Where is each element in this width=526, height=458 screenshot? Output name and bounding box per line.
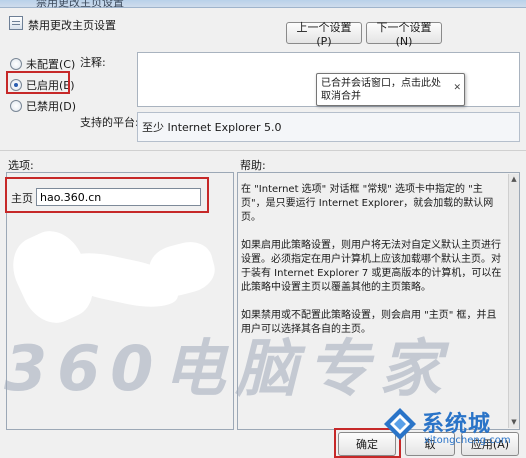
- help-section-label: 帮助:: [240, 159, 266, 172]
- highlight-box-enabled: [6, 71, 70, 94]
- comment-label: 注释:: [80, 56, 106, 69]
- next-setting-button[interactable]: 下一个设置(N): [366, 21, 442, 48]
- radio-circle[interactable]: [10, 100, 22, 112]
- platform-value: 至少 Internet Explorer 5.0: [142, 121, 282, 134]
- tooltip-text: 已合并会话窗口，点击此处取消合并: [321, 78, 441, 102]
- logo-text: 系统城: [422, 412, 492, 437]
- logo-diamond-icon: [384, 408, 416, 440]
- prev-setting-button[interactable]: 上一个设置(P): [286, 21, 362, 48]
- window-title: 禁用更改主页设置: [36, 0, 124, 9]
- policy-icon: [9, 16, 23, 30]
- help-paragraph: 如果启用此策略设置，则用户将无法对自定义默认主页进行设置。必须指定在用户计算机上…: [241, 240, 502, 293]
- radio-disabled[interactable]: 已禁用(D): [10, 98, 76, 114]
- help-scrollbar[interactable]: ▲ ▼: [508, 174, 519, 428]
- radio-circle[interactable]: [10, 58, 22, 70]
- platform-field: 至少 Internet Explorer 5.0: [137, 112, 520, 142]
- logo-url: xitongcheng.com: [424, 435, 511, 446]
- close-icon[interactable]: ✕: [453, 82, 461, 95]
- radio-not-configured[interactable]: 未配置(C): [10, 56, 75, 72]
- radio-label: 已禁用(D): [26, 100, 77, 113]
- highlight-box-homepage: [5, 177, 209, 213]
- page-title: 禁用更改主页设置: [28, 19, 116, 32]
- merge-tooltip[interactable]: 已合并会话窗口，点击此处取消合并 ✕: [316, 73, 465, 106]
- watermark-text: 360电脑专家: [4, 332, 452, 405]
- section-divider: [0, 150, 526, 151]
- platform-label: 支持的平台:: [80, 116, 139, 129]
- options-section-label: 选项:: [8, 159, 34, 172]
- radio-label: 未配置(C): [26, 58, 76, 71]
- window-titlebar[interactable]: 禁用更改主页设置: [0, 0, 526, 9]
- scroll-up-icon[interactable]: ▲: [509, 174, 519, 185]
- help-paragraph: 在 "Internet 选项" 对话框 "常规" 选项卡中指定的 "主页"，是只…: [241, 184, 494, 223]
- site-logo: 系统城 xitongcheng.com: [382, 404, 522, 454]
